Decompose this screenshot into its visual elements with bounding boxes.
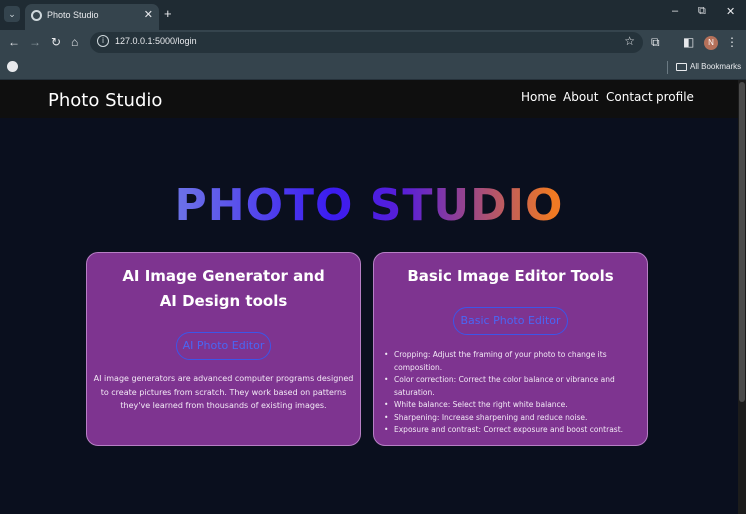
scrollbar-thumb[interactable]: [739, 82, 745, 402]
hero-title: PHOTO STUDIO: [0, 180, 738, 231]
bookmark-star-icon[interactable]: ☆: [624, 34, 635, 48]
page-scrollbar[interactable]: [738, 80, 746, 514]
globe-icon[interactable]: [7, 61, 18, 72]
address-bar[interactable]: i 127.0.0.1:5000/login ☆: [90, 32, 643, 53]
bookmarks-divider: [667, 61, 668, 74]
window-close-button[interactable]: ✕: [726, 5, 735, 18]
ai-generator-card: AI Image Generator and AI Design tools A…: [86, 252, 361, 446]
folder-icon[interactable]: [676, 63, 687, 71]
card-description-line: AI image generators are advanced compute…: [93, 374, 354, 383]
browser-toolbar: ← → ↻ ⌂ i 127.0.0.1:5000/login ☆ ⧉ ◧ N ⋮: [0, 30, 746, 56]
feature-item: Exposure and contrast: Correct exposure …: [394, 424, 647, 437]
extensions-icon[interactable]: ⧉: [651, 35, 660, 50]
profile-avatar[interactable]: N: [704, 36, 718, 50]
reload-icon[interactable]: ↻: [51, 35, 61, 49]
feature-item: Cropping: Adjust the framing of your pho…: [394, 349, 647, 374]
nav-contact[interactable]: Contact: [606, 90, 653, 104]
new-tab-button[interactable]: +: [164, 6, 172, 21]
forward-icon[interactable]: →: [29, 35, 41, 49]
card-description-line: to create pictures from scratch. They wo…: [100, 387, 347, 397]
bookmarks-bar: All Bookmarks: [0, 56, 746, 80]
basic-photo-editor-button[interactable]: Basic Photo Editor: [453, 307, 568, 335]
card-title: Basic Image Editor Tools: [407, 267, 614, 285]
tab-search-button[interactable]: ⌄: [4, 6, 20, 22]
nav-home[interactable]: Home: [521, 90, 556, 104]
card-description-line: they've learned from thousands of existi…: [120, 401, 327, 410]
tab-strip: ⌄ Photo Studio ✕ + – ⧉ ✕: [0, 0, 746, 30]
minimize-button[interactable]: –: [672, 5, 678, 17]
site-navbar: Photo Studio Home About Contact profile: [0, 80, 738, 118]
home-icon[interactable]: ⌂: [71, 35, 78, 49]
ai-photo-editor-button[interactable]: AI Photo Editor: [175, 332, 272, 360]
site-info-icon[interactable]: i: [97, 35, 109, 47]
feature-item: Sharpening: Increase sharpening and redu…: [394, 412, 647, 425]
back-icon[interactable]: ←: [8, 35, 20, 49]
card-title-line: AI Design tools: [159, 292, 288, 310]
tab-title: Photo Studio: [47, 10, 99, 20]
url-text[interactable]: 127.0.0.1:5000/login: [115, 36, 197, 46]
feature-item: Color correction: Correct the color bala…: [394, 374, 647, 399]
restore-button[interactable]: ⧉: [698, 5, 706, 18]
sidebar-icon[interactable]: ◧: [683, 35, 694, 49]
menu-icon[interactable]: ⋮: [726, 35, 738, 49]
site-brand[interactable]: Photo Studio: [48, 90, 162, 111]
nav-about[interactable]: About: [563, 90, 598, 104]
web-page: Photo Studio Home About Contact profile …: [0, 80, 738, 514]
feature-list: Cropping: Adjust the framing of your pho…: [394, 349, 647, 437]
site-favicon-icon: [31, 10, 42, 21]
browser-tab[interactable]: Photo Studio ✕: [25, 4, 159, 30]
card-title-line: AI Image Generator and: [122, 267, 325, 285]
feature-item: White balance: Select the right white ba…: [394, 399, 647, 412]
basic-editor-card: Basic Image Editor Tools Basic Photo Edi…: [373, 252, 648, 446]
all-bookmarks-link[interactable]: All Bookmarks: [690, 62, 741, 71]
tab-close-button[interactable]: ✕: [144, 8, 153, 21]
nav-profile[interactable]: profile: [656, 90, 694, 104]
